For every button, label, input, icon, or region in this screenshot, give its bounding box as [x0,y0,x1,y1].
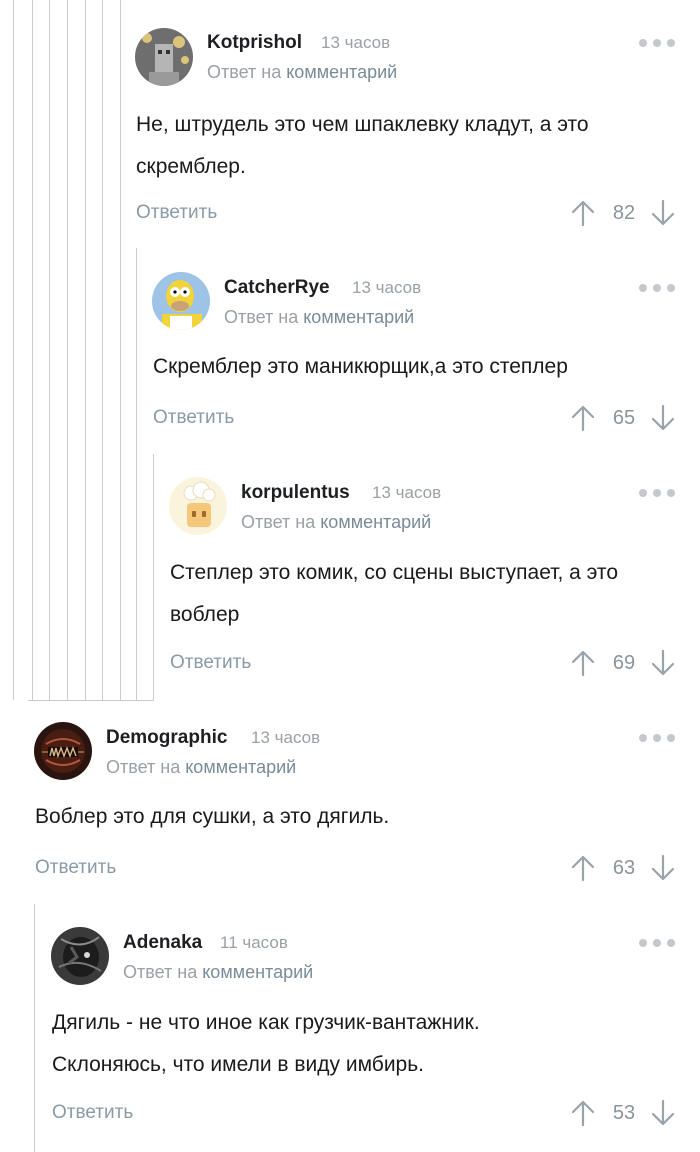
comment-rating: 63 [612,857,636,879]
reply-to: Ответ на комментарий [224,307,414,328]
arrow-down-icon[interactable] [651,199,675,227]
thread-line [102,0,103,700]
more-dots-icon[interactable] [639,938,675,948]
arrow-up-icon[interactable] [571,404,595,432]
arrow-down-icon[interactable] [651,404,675,432]
arrow-up-icon[interactable] [571,649,595,677]
arrow-down-icon[interactable] [651,854,675,882]
thread-line [85,0,86,700]
parent-comment-link[interactable]: комментарий [202,962,313,982]
more-dots-icon[interactable] [639,283,675,293]
thread-line [49,0,50,700]
comment-text: Воблер это для сушки, а это дягиль. [35,805,390,828]
comment-rating: 82 [612,202,636,224]
thread-line [136,248,137,700]
reply-button[interactable]: Ответить [35,857,116,879]
comment-time: 13 часов [372,483,442,502]
avatar[interactable] [51,927,109,985]
comment-time: 13 часов [321,33,391,52]
comment-time: 13 часов [251,728,321,747]
comment-author[interactable]: Kotprishol [207,32,302,54]
parent-comment-link[interactable]: комментарий [303,307,414,327]
avatar[interactable] [135,28,193,86]
comment-author[interactable]: Demographic [106,727,227,749]
thread-line [32,0,33,700]
comment-text: Скремблер это маникюрщик,а это степлер [153,355,568,378]
reply-button[interactable]: Ответить [170,652,251,674]
comment-text: Дягиль - не что иное как грузчик-вантажн… [52,1011,480,1076]
reply-to: Ответ на комментарий [241,512,431,533]
comment-author[interactable]: CatcherRye [224,277,330,299]
thread-line [34,904,35,1152]
arrow-down-icon[interactable] [651,649,675,677]
thread-line [153,454,154,700]
reply-button[interactable]: Ответить [52,1102,133,1124]
reply-to: Ответ на комментарий [207,62,397,83]
reply-to: Ответ на комментарий [123,962,313,983]
thread-line [120,0,121,700]
comment-time: 13 часов [352,278,422,297]
comment-author[interactable]: korpulentus [241,482,350,504]
reply-button[interactable]: Ответить [136,202,217,224]
parent-comment-link[interactable]: комментарий [185,757,296,777]
arrow-up-icon[interactable] [571,1099,595,1127]
reply-to: Ответ на комментарий [106,757,296,778]
avatar[interactable] [34,722,92,780]
reply-button[interactable]: Ответить [153,407,234,429]
avatar[interactable] [152,272,210,330]
avatar[interactable] [169,477,227,535]
more-dots-icon[interactable] [639,733,675,743]
parent-comment-link[interactable]: комментарий [286,62,397,82]
thread-branch [28,700,154,701]
comment-rating: 65 [612,407,636,429]
thread-line [67,0,68,700]
reply-to-prefix: Ответ на [207,62,282,82]
arrow-up-icon[interactable] [571,854,595,882]
comment-rating: 69 [612,652,636,674]
comment-author[interactable]: Adenaka [123,932,202,954]
reply-to-prefix: Ответ на [123,962,198,982]
more-dots-icon[interactable] [639,38,675,48]
comment-text: Степлер это комик, со сцены выступает, а… [170,561,618,626]
comment-rating: 53 [612,1102,636,1124]
reply-to-prefix: Ответ на [106,757,181,777]
arrow-up-icon[interactable] [571,199,595,227]
reply-to-prefix: Ответ на [241,512,316,532]
thread-line [13,0,14,700]
more-dots-icon[interactable] [639,488,675,498]
reply-to-prefix: Ответ на [224,307,299,327]
arrow-down-icon[interactable] [651,1099,675,1127]
comment-time: 11 часов [220,933,288,952]
comment-text: Не, штрудель это чем шпаклевку кладут, а… [136,113,589,178]
parent-comment-link[interactable]: комментарий [320,512,431,532]
